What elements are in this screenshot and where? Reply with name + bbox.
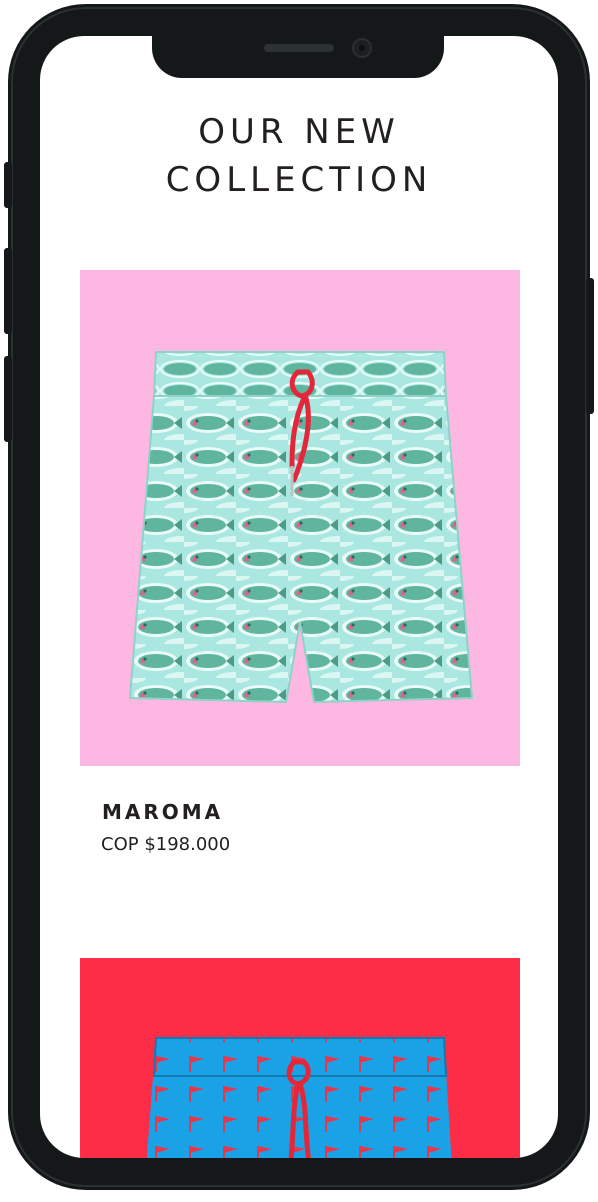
product-image-2[interactable]: [80, 958, 520, 1158]
volume-down-button: [4, 356, 12, 442]
speaker-grille: [264, 44, 334, 52]
phone-notch: [152, 36, 444, 78]
front-camera-icon: [352, 38, 372, 58]
product-image-maroma[interactable]: [80, 270, 520, 766]
power-button: [586, 278, 594, 414]
product-name[interactable]: MAROMA: [102, 800, 223, 824]
collection-title-line2: COLLECTION: [165, 160, 433, 200]
collection-title-line1: OUR NEW: [198, 112, 400, 152]
swim-shorts-fish-print: [128, 351, 474, 704]
mute-switch: [4, 162, 12, 208]
volume-up-button: [4, 248, 12, 334]
swim-shorts-flag-print: [146, 1037, 452, 1158]
product-price: COP $198.000: [101, 834, 231, 855]
screen: OUR NEW COLLECTION MAROMA COP $198.000: [40, 36, 558, 1158]
